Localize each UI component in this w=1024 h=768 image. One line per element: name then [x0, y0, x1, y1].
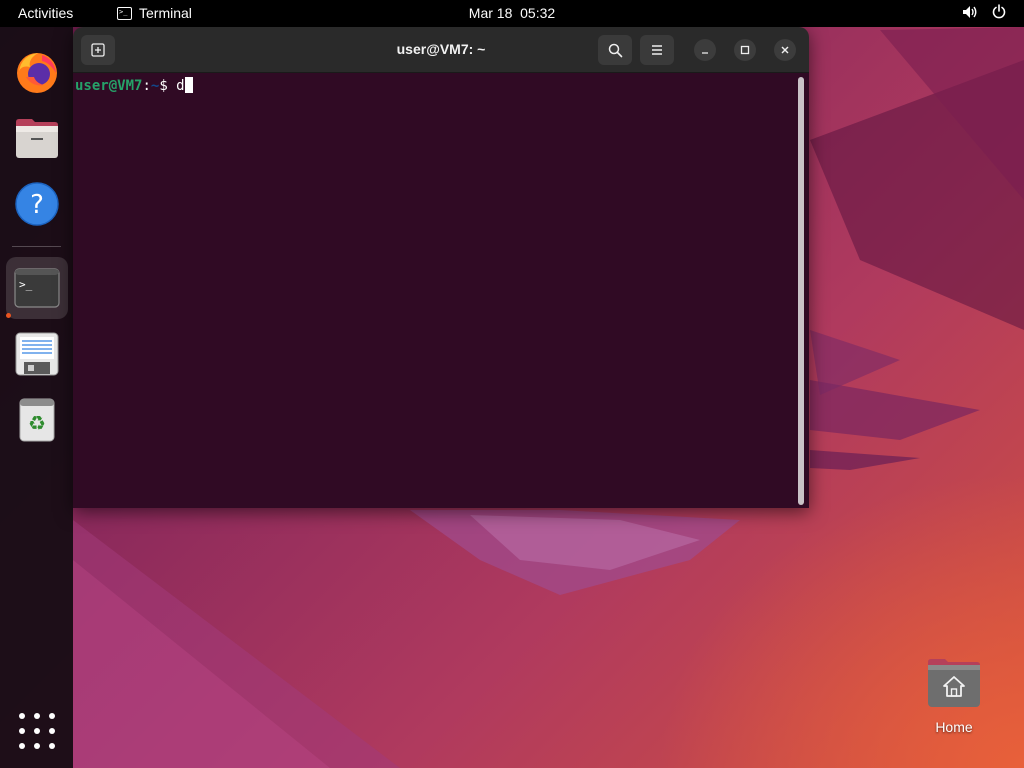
terminal-titlebar[interactable]: user@VM7: ~: [73, 27, 809, 73]
desktop-home-folder[interactable]: Home: [918, 652, 990, 742]
home-folder-label: Home: [935, 719, 973, 735]
dock: ? >_ ♻: [0, 27, 73, 768]
menu-button[interactable]: [640, 35, 674, 65]
svg-text:>_: >_: [19, 278, 33, 291]
hamburger-menu-icon: [652, 45, 662, 55]
terminal-window: user@VM7: ~ user@VM7:~$ d: [73, 27, 809, 508]
search-button[interactable]: [598, 35, 632, 65]
dock-item-firefox[interactable]: [6, 41, 68, 103]
svg-text:?: ?: [30, 190, 44, 220]
svg-text:♻: ♻: [28, 411, 46, 435]
top-bar: Activities >_ Terminal Mar 18 05:32: [0, 0, 1024, 27]
system-tray[interactable]: [962, 4, 1006, 19]
maximize-icon: [740, 45, 750, 55]
close-icon: [781, 46, 789, 54]
maximize-button[interactable]: [734, 39, 756, 61]
terminal-scrollbar[interactable]: [798, 77, 804, 505]
clock[interactable]: Mar 18 05:32: [469, 5, 555, 21]
show-applications-button[interactable]: [19, 713, 55, 749]
app-menu-terminal[interactable]: >_ Terminal: [117, 5, 192, 21]
dock-item-trash[interactable]: ♻: [6, 389, 68, 451]
dock-item-text-editor[interactable]: [6, 323, 68, 385]
minimize-icon: [702, 52, 708, 54]
volume-icon: [963, 5, 977, 18]
app-menu-label: Terminal: [139, 5, 192, 21]
dock-item-files[interactable]: [6, 107, 68, 169]
dock-item-help[interactable]: ?: [6, 173, 68, 235]
terminal-icon: >_: [14, 268, 60, 308]
prompt-line: user@VM7:~$ d: [75, 77, 193, 94]
running-indicator: [6, 313, 11, 318]
prompt-symbol: $: [159, 78, 177, 94]
help-icon: ?: [15, 182, 59, 226]
activities-button[interactable]: Activities: [18, 5, 73, 21]
minimize-button[interactable]: [694, 39, 716, 61]
power-icon: [992, 4, 1006, 19]
prompt-user: user@VM7: [75, 78, 143, 94]
close-button[interactable]: [774, 39, 796, 61]
text-editor-icon: [15, 332, 59, 376]
firefox-icon: [17, 53, 57, 93]
home-folder-icon: [928, 659, 980, 707]
dock-separator: [12, 246, 61, 247]
text-cursor: [184, 77, 193, 93]
terminal-content[interactable]: user@VM7:~$ d: [73, 73, 809, 508]
terminal-app-icon: >_: [117, 6, 132, 20]
prompt-separator: :: [142, 78, 151, 94]
command-input[interactable]: d: [176, 78, 184, 94]
trash-icon: ♻: [19, 398, 55, 442]
search-icon: [608, 43, 622, 57]
dock-item-terminal[interactable]: >_: [6, 257, 68, 319]
files-icon: [16, 119, 58, 158]
